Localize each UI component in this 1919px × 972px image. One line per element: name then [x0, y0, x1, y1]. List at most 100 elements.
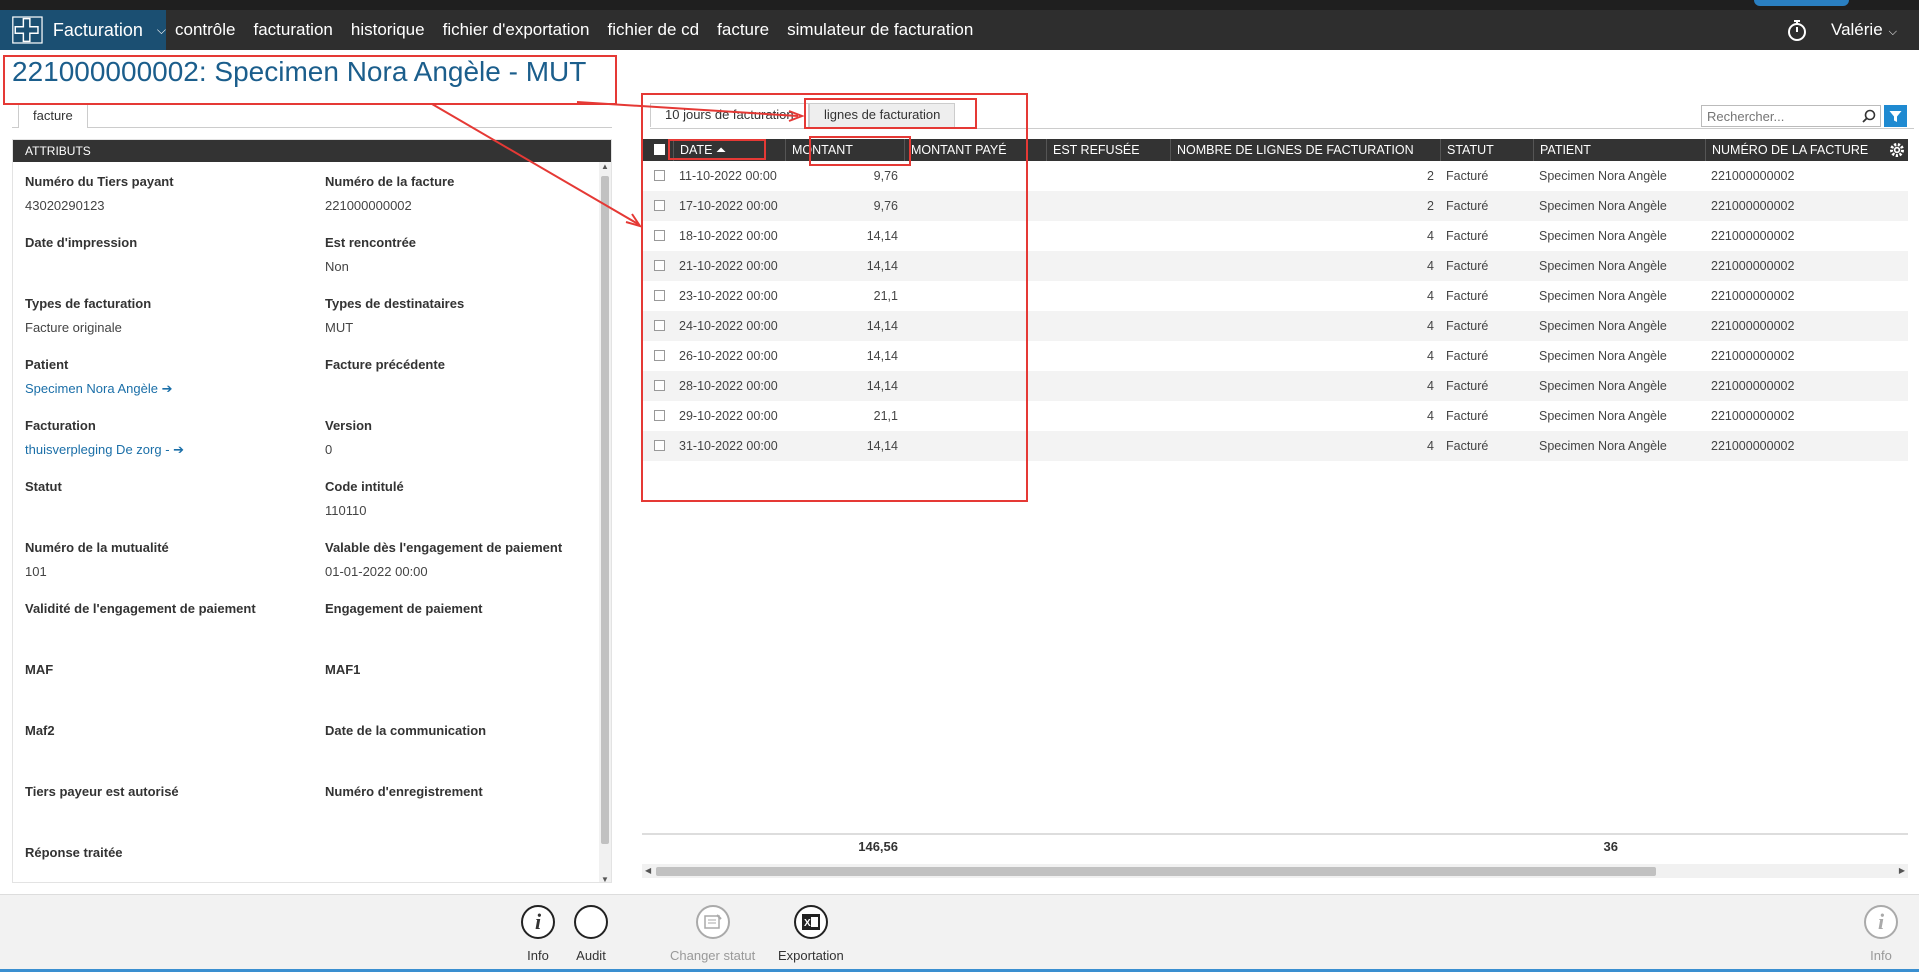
column-header-montant-paye[interactable]: MONTANT PAYÉ	[904, 139, 1046, 161]
cell-est-refusee	[1046, 191, 1170, 221]
top-navbar: Facturation ⌵ contrôle facturation histori…	[0, 10, 1919, 50]
nav-item-4[interactable]: fichier de cd	[598, 20, 708, 40]
change-status-button[interactable]: Changer statut	[670, 905, 755, 963]
info-button[interactable]: i Info	[521, 905, 555, 963]
scroll-down-icon[interactable]: ▼	[599, 875, 611, 882]
info-panel-button[interactable]: i Info	[1864, 905, 1898, 963]
row-checkbox[interactable]	[654, 440, 665, 451]
row-checkbox[interactable]	[654, 230, 665, 241]
cell-patient: Specimen Nora Angèle	[1539, 259, 1667, 273]
column-header-numero-facture[interactable]: NUMÉRO DE LA FACTURE	[1705, 139, 1888, 161]
scroll-up-icon[interactable]: ▲	[599, 162, 611, 171]
cell-statut: Facturé	[1446, 379, 1489, 393]
attributes-panel: ATTRIBUTS Numéro du Tiers payant 43020290…	[12, 139, 612, 883]
row-checkbox[interactable]	[654, 350, 665, 361]
attribute-link[interactable]: Specimen Nora Angèle ➔	[25, 381, 315, 397]
table-row[interactable]: 18-10-2022 00:00 14,14 4 Facturé Specimen No…	[642, 221, 1908, 251]
cell-nombre-lignes: 4	[1427, 259, 1434, 273]
search-input[interactable]	[1702, 106, 1852, 126]
attributes-scrollbar[interactable]: ▲ ▼	[599, 162, 611, 882]
table-row[interactable]: 11-10-2022 00:00 9,76 2 Facturé Specimen Nor…	[642, 161, 1908, 191]
nav-item-6[interactable]: simulateur de facturation	[778, 20, 982, 40]
filter-button[interactable]	[1884, 105, 1907, 127]
attribute-field: Engagement de paiement	[325, 601, 611, 625]
attribute-label: Numéro du Tiers payant	[25, 174, 174, 189]
attribute-label: MAF1	[325, 662, 361, 677]
table-row[interactable]: 21-10-2022 00:00 14,14 4 Facturé Specimen No…	[642, 251, 1908, 281]
row-select-cell	[642, 371, 673, 401]
attribute-field: Version 0	[325, 418, 611, 457]
nav-item-2[interactable]: historique	[342, 20, 434, 40]
grid-horizontal-scrollbar[interactable]: ◀ ▶	[642, 864, 1908, 878]
tab-10-jours-de-facturation[interactable]: 10 jours de facturation	[650, 103, 809, 127]
cell-numero-facture: 221000000002	[1711, 229, 1795, 243]
user-menu[interactable]: Valérie ⌵	[1831, 20, 1897, 40]
audit-button[interactable]: Audit	[574, 905, 608, 963]
cell-nombre-lignes: 4	[1427, 319, 1434, 333]
stopwatch-icon[interactable]	[1785, 18, 1809, 42]
user-name: Valérie	[1831, 20, 1883, 39]
row-checkbox[interactable]	[654, 290, 665, 301]
tab-facture[interactable]: facture	[18, 104, 88, 128]
attribute-field: Numéro du Tiers payant 43020290123	[25, 174, 315, 213]
billing-days-grid: DATE ⏶ MONTANT MONTANT PAYÉ EST REFUSÉE NOMB…	[642, 139, 1908, 883]
attribute-field: MAF	[25, 662, 315, 686]
table-row[interactable]: 24-10-2022 00:00 14,14 4 Facturé Specimen No…	[642, 311, 1908, 341]
scroll-left-icon[interactable]: ◀	[645, 864, 651, 878]
cell-statut: Facturé	[1446, 259, 1489, 273]
cell-patient: Specimen Nora Angèle	[1539, 319, 1667, 333]
row-checkbox[interactable]	[654, 200, 665, 211]
attribute-label: Numéro de la mutualité	[25, 540, 169, 555]
column-header-montant[interactable]: MONTANT	[785, 139, 904, 161]
row-checkbox[interactable]	[654, 260, 665, 271]
cell-nombre-lignes: 4	[1427, 379, 1434, 393]
row-select-cell	[642, 191, 673, 221]
column-header-patient[interactable]: PATIENT	[1533, 139, 1705, 161]
cell-est-refusee	[1046, 281, 1170, 311]
table-row[interactable]: 29-10-2022 00:00 21,1 4 Facturé Specimen Nor…	[642, 401, 1908, 431]
cell-montant-paye	[904, 311, 1046, 341]
table-row[interactable]: 28-10-2022 00:00 14,14 4 Facturé Specimen No…	[642, 371, 1908, 401]
scroll-right-icon[interactable]: ▶	[1899, 864, 1905, 878]
table-row[interactable]: 31-10-2022 00:00 14,14 4 Facturé Specimen No…	[642, 431, 1908, 461]
column-header-date[interactable]: DATE ⏶	[673, 139, 785, 161]
cell-montant-paye	[904, 221, 1046, 251]
scrollbar-thumb[interactable]	[601, 176, 609, 844]
nav-item-1[interactable]: facturation	[244, 20, 341, 40]
row-select-cell	[642, 311, 673, 341]
row-checkbox[interactable]	[654, 380, 665, 391]
scrollbar-thumb[interactable]	[656, 867, 1656, 876]
table-row[interactable]: 23-10-2022 00:00 21,1 4 Facturé Specimen Nor…	[642, 281, 1908, 311]
app-logo-icon	[12, 16, 43, 44]
column-header-nombre-lignes[interactable]: NOMBRE DE LIGNES DE FACTURATION	[1170, 139, 1440, 161]
select-all-checkbox[interactable]	[654, 144, 665, 155]
nav-item-0[interactable]: contrôle	[166, 20, 244, 40]
nav-item-5[interactable]: facture	[708, 20, 778, 40]
export-button[interactable]: X Exportation	[778, 905, 844, 963]
cell-patient: Specimen Nora Angèle	[1539, 409, 1667, 423]
cell-montant: 21,1	[873, 289, 898, 303]
cell-patient: Specimen Nora Angèle	[1539, 289, 1667, 303]
cell-montant: 14,14	[866, 349, 898, 363]
cell-nombre-lignes: 4	[1427, 229, 1434, 243]
table-row[interactable]: 26-10-2022 00:00 14,14 4 Facturé Specimen No…	[642, 341, 1908, 371]
gear-icon[interactable]	[1888, 141, 1906, 159]
cell-est-refusee	[1046, 161, 1170, 191]
row-select-cell	[642, 401, 673, 431]
tab-lignes-de-facturation[interactable]: lignes de facturation	[809, 103, 956, 127]
select-all-cell	[642, 139, 673, 161]
attribute-link[interactable]: thuisverpleging De zorg - ➔	[25, 442, 315, 458]
app-menu-button[interactable]: Facturation ⌵	[0, 10, 166, 50]
total-lignes: 36	[1603, 839, 1618, 854]
row-checkbox[interactable]	[654, 320, 665, 331]
cell-nombre-lignes: 4	[1427, 439, 1434, 453]
attribute-field: Est rencontrée Non	[325, 235, 611, 274]
cell-est-refusee	[1046, 221, 1170, 251]
column-header-statut[interactable]: STATUT	[1440, 139, 1533, 161]
nav-item-3[interactable]: fichier d'exportation	[434, 20, 599, 40]
column-header-est-refusee[interactable]: EST REFUSÉE	[1046, 139, 1170, 161]
row-checkbox[interactable]	[654, 410, 665, 421]
table-row[interactable]: 17-10-2022 00:00 9,76 2 Facturé Specimen Nor…	[642, 191, 1908, 221]
search-icon[interactable]	[1862, 109, 1876, 123]
row-checkbox[interactable]	[654, 170, 665, 181]
